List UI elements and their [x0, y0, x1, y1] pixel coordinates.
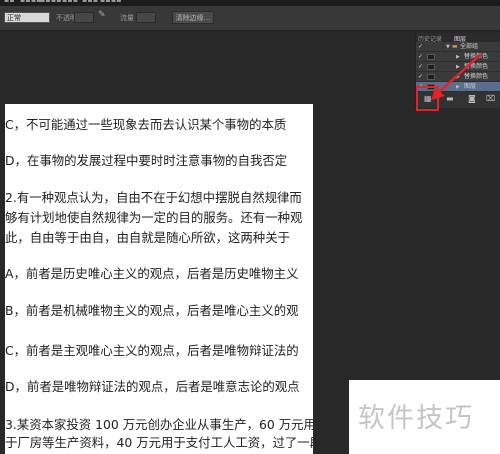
- delete-layer-icon[interactable]: ⌧: [486, 94, 495, 103]
- visibility-icon[interactable]: ✓: [418, 42, 423, 52]
- menu-item[interactable]: ▪▪▪: [82, 0, 98, 4]
- annotation-arrow-icon: [431, 53, 482, 100]
- watermark-text: 软件技巧: [358, 403, 474, 434]
- doc-line: B，前者是机械唯物主义的观点，后者是唯心主义的观: [5, 303, 299, 318]
- doc-line: 够有计划地使自然规律为一定的目的服务。还有一种观: [5, 210, 303, 225]
- opacity-field[interactable]: [74, 12, 94, 23]
- doc-line: C，不可能通过一些现象去而去认识某个事物的本质: [5, 117, 287, 132]
- doc-line: D，前者是唯物辩证法的观点，后者是唯意志论的观点: [5, 379, 300, 394]
- flow-field[interactable]: [136, 12, 156, 23]
- doc-line: 此，自由等于由自，由自就是随心所欲，这两种关于: [5, 230, 290, 245]
- doc-line: 于厂房等生产资料，40 万元用于支付工人工资，过了一段时间: [5, 435, 313, 450]
- doc-line: 2.有一种观点认为，自由不在于幻想中摆脱自然规律而: [5, 190, 302, 205]
- refine-edge-button[interactable]: 清除边缘...: [172, 11, 214, 24]
- pressure-icon[interactable]: ✎: [98, 10, 106, 20]
- menu-item[interactable]: ▪▪▪▪: [20, 0, 42, 4]
- doc-line: A，前者是历史唯心主义的观点，后者是历史唯物主义: [5, 266, 299, 281]
- menu-item[interactable]: ▪▪▪: [62, 0, 78, 4]
- flow-label: 流量: [120, 14, 134, 22]
- document-canvas[interactable]: C，不可能通过一些现象去而去认识某个事物的本质 D，在事物的发展过程中要时时注意…: [5, 104, 313, 454]
- panel-tabs: 历史记录 图层: [416, 33, 500, 43]
- doc-line: C，前者是主观唯心主义的观点，后者是唯物辩证法的: [5, 343, 299, 358]
- doc-line: D，在事物的发展过程中要时时注意事物的自我否定: [5, 153, 288, 168]
- visibility-icon[interactable]: ✓: [418, 52, 423, 62]
- options-bar: 正常 不透明 ✎ 流量 清除边缘...: [0, 6, 500, 31]
- menu-item[interactable]: ▪▪: [4, 0, 15, 4]
- doc-line: 3.某资本家投资 100 万元创办企业从事生产，60 万元用: [5, 417, 313, 432]
- menu-item[interactable]: ▪▪▪▪: [40, 0, 62, 4]
- visibility-icon[interactable]: ✓: [418, 62, 423, 72]
- blend-mode-select[interactable]: 正常: [4, 12, 50, 23]
- menu-item[interactable]: ▪▪▪▪: [100, 0, 122, 4]
- visibility-icon[interactable]: ✓: [418, 72, 423, 82]
